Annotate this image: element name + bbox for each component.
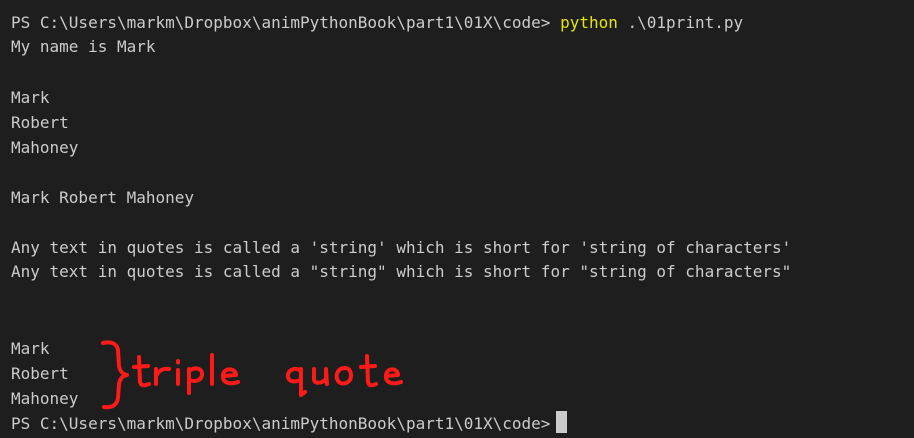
brace-icon <box>101 340 129 410</box>
triple-quote-annotation <box>101 340 403 410</box>
terminal-window[interactable]: PS C:\Users\markm\Dropbox\animPythonBook… <box>0 0 914 438</box>
